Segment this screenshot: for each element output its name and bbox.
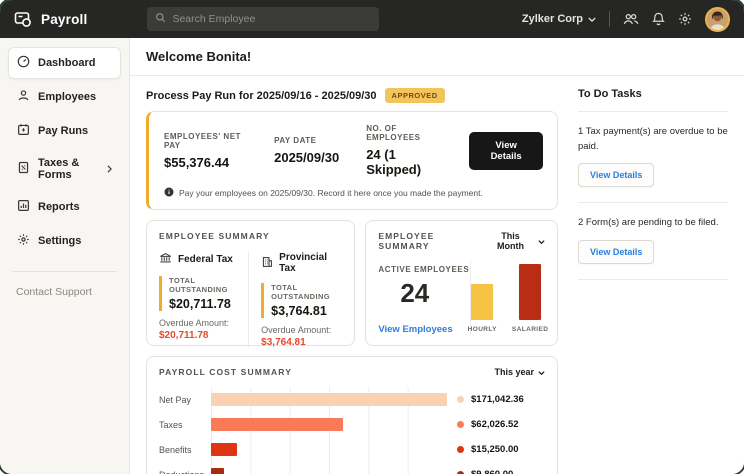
avatar[interactable]: [705, 7, 730, 32]
provincial-tax-section: Provincial Tax TOTAL OUTSTANDING $3,764.…: [248, 252, 342, 348]
card-title: PAYROLL COST SUMMARY: [159, 367, 292, 377]
todo-panel: To Do Tasks 1 Tax payment(s) are overdue…: [578, 88, 728, 462]
app-window: Payroll Zylker Corp: [0, 0, 744, 474]
legend-dot: [457, 396, 464, 403]
sidebar-item-reports[interactable]: Reports: [8, 191, 121, 223]
bank-icon: [159, 252, 172, 267]
gear-icon[interactable]: [678, 12, 692, 26]
period-dropdown[interactable]: This year: [494, 367, 545, 377]
building-icon: [261, 256, 273, 271]
contact-support-link[interactable]: Contact Support: [8, 282, 121, 302]
dashboard-icon: [17, 55, 30, 71]
sidebar-item-settings[interactable]: Settings: [8, 225, 121, 257]
sidebar-item-label: Dashboard: [38, 57, 95, 69]
chart-legend: $171,042.36 $62,026.52 $15,250.00: [457, 387, 545, 474]
employee-summary-card: EMPLOYEE SUMMARY This Month ACTIVE EMPLO…: [365, 220, 558, 346]
page-title: Welcome Bonita!: [130, 38, 744, 76]
employee-type-chart: HOURLY SALARIED: [470, 261, 545, 335]
divider: [609, 11, 610, 27]
chevron-right-icon: [107, 165, 112, 173]
tax-summary-card: EMPLOYEE SUMMARY Federal Tax TOTAL: [146, 220, 355, 346]
person-icon: [17, 89, 30, 105]
deductions-bar: [211, 468, 224, 474]
legend-item: $15,250.00: [457, 437, 545, 462]
divider: [12, 271, 117, 272]
pay-date-field: PAY DATE 2025/09/30: [274, 136, 339, 165]
legend-item: $62,026.52: [457, 412, 545, 437]
topbar-actions: Zylker Corp: [522, 7, 730, 32]
search-icon: [155, 10, 166, 28]
salaried-bar: [519, 264, 541, 320]
calendar-icon: [17, 123, 30, 139]
sidebar-item-employees[interactable]: Employees: [8, 81, 121, 113]
view-details-button[interactable]: View Details: [578, 240, 654, 264]
sidebar-item-label: Employees: [38, 91, 96, 103]
payrun-note: Pay your employees on 2025/09/30. Record…: [179, 188, 483, 198]
payroll-cost-summary-card: PAYROLL COST SUMMARY This year Net Pay: [146, 356, 558, 474]
caret-down-icon: [538, 236, 545, 246]
card-title: EMPLOYEE SUMMARY: [159, 231, 270, 241]
caret-down-icon: [538, 367, 545, 377]
app-title: Payroll: [41, 12, 87, 27]
document-icon: [17, 161, 30, 177]
sidebar-item-label: Taxes & Forms: [38, 157, 99, 181]
legend-dot: [457, 421, 464, 428]
bar-chart-icon: [17, 199, 30, 215]
topbar: Payroll Zylker Corp: [0, 0, 744, 38]
gear-icon: [17, 233, 30, 249]
payrun-title: Process Pay Run for 2025/09/16 - 2025/09…: [146, 90, 377, 102]
active-employees-label: ACTIVE EMPLOYEES: [378, 265, 470, 274]
org-name: Zylker Corp: [522, 13, 583, 25]
federal-tax-section: Federal Tax TOTAL OUTSTANDING $20,711.78…: [159, 252, 248, 348]
bell-icon[interactable]: [652, 12, 665, 26]
search-input[interactable]: [172, 13, 371, 25]
todo-title: To Do Tasks: [578, 88, 728, 112]
chart-row-taxes: Taxes: [159, 412, 447, 437]
chart-row-benefits: Benefits: [159, 437, 447, 462]
legend-item: $171,042.36: [457, 387, 545, 412]
period-dropdown[interactable]: This Month: [487, 231, 545, 251]
todo-task-tax-payments: 1 Tax payment(s) are overdue to be paid.…: [578, 112, 728, 203]
employee-count-field: NO. OF EMPLOYEES 24 (1 Skipped): [366, 124, 442, 177]
sidebar-item-pay-runs[interactable]: Pay Runs: [8, 115, 121, 147]
sidebar-item-label: Reports: [38, 201, 80, 213]
benefits-bar: [211, 443, 237, 456]
sidebar: Dashboard Employees Pay Runs Taxes & For…: [0, 38, 130, 474]
net-pay-bar: [211, 393, 447, 406]
status-badge: APPROVED: [385, 88, 445, 103]
sidebar-item-taxes-forms[interactable]: Taxes & Forms: [8, 149, 121, 189]
sidebar-item-label: Pay Runs: [38, 125, 88, 137]
chart-row-net-pay: Net Pay: [159, 387, 447, 412]
main-area: Welcome Bonita! Process Pay Run for 2025…: [130, 38, 744, 474]
legend-dot: [457, 446, 464, 453]
org-switcher[interactable]: Zylker Corp: [522, 13, 596, 25]
cost-chart: Net Pay Taxes Benefits: [159, 387, 545, 474]
brand: Payroll: [14, 10, 87, 29]
net-pay-field: EMPLOYEES' NET PAY $55,376.44: [164, 132, 247, 170]
legend-item: $9,860.00: [457, 462, 545, 474]
chevron-down-icon: [588, 13, 596, 25]
hourly-bar: [471, 284, 493, 320]
users-icon[interactable]: [623, 12, 639, 26]
todo-task-forms-pending: 2 Form(s) are pending to be filed. View …: [578, 203, 728, 280]
active-employees-count: 24: [400, 278, 470, 309]
info-icon: [164, 187, 174, 199]
card-title: EMPLOYEE SUMMARY: [378, 231, 487, 251]
payroll-logo-icon: [14, 10, 33, 29]
sidebar-item-dashboard[interactable]: Dashboard: [8, 47, 121, 79]
sidebar-item-label: Settings: [38, 235, 81, 247]
search-box[interactable]: [147, 7, 379, 31]
view-details-button[interactable]: View Details: [578, 163, 654, 187]
taxes-bar: [211, 418, 343, 431]
payrun-card: EMPLOYEES' NET PAY $55,376.44 PAY DATE 2…: [146, 111, 558, 210]
dashboard-column: Process Pay Run for 2025/09/16 - 2025/09…: [146, 88, 558, 462]
view-details-button[interactable]: View Details: [469, 132, 543, 170]
chart-row-deductions: Deductions: [159, 462, 447, 474]
view-employees-link[interactable]: View Employees: [378, 324, 470, 335]
